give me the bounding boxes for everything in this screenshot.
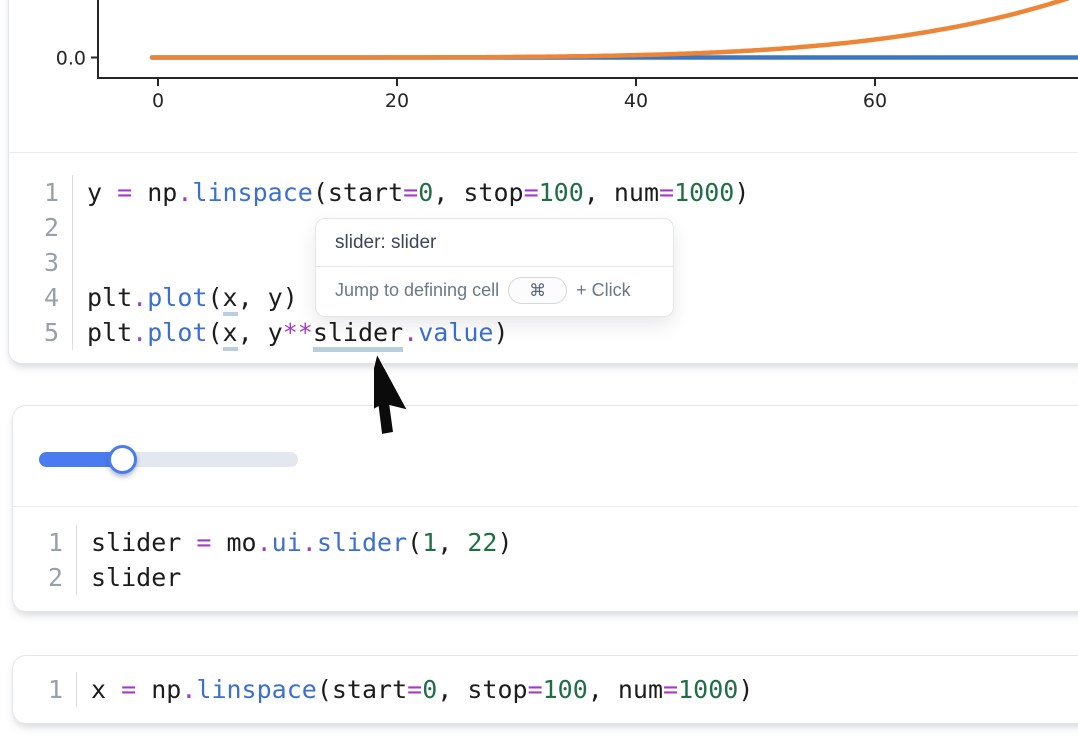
code-token: 22 [467,528,497,557]
tooltip-action-label: Jump to defining cell [335,280,499,301]
code-token: linspace [192,178,312,207]
code-token: x [223,318,238,351]
code-token: 1000 [674,178,734,207]
code-token: = [659,178,674,207]
code-token: x [223,283,238,316]
code-text[interactable]: slider = mo.ui.slider(1, 22)slider [77,525,513,595]
code-token: 100 [543,675,588,704]
code-token: = [196,528,211,557]
code-token: . [132,318,147,347]
slider-thumb[interactable] [108,445,137,474]
code-token: (start [317,675,407,704]
code-token: , stop [437,675,527,704]
code-token: x [91,675,121,704]
code-token: ) [734,178,749,207]
code-token: . [181,675,196,704]
code-token: = [407,675,422,704]
code-token: 1 [422,528,437,557]
code-token: np [136,675,181,704]
tooltip-click-hint: + Click [576,280,631,301]
code-editor[interactable]: 12slider = mo.ui.slider(1, 22)slider [13,507,1078,610]
line-number: 3 [9,245,59,280]
code-line[interactable]: plt.plot(x, y**slider.value) [87,315,749,350]
line-number: 5 [9,315,59,350]
code-line[interactable]: x = np.linspace(start=0, stop=100, num=1… [91,672,753,707]
notebook-cell-slider: 12slider = mo.ui.slider(1, 22)slider [12,405,1078,612]
command-key-badge: ⌘ [508,277,567,304]
code-token: slider [91,528,196,557]
code-token: ** [283,318,313,347]
line-number: 2 [13,560,63,595]
command-key-icon: ⌘ [529,281,546,301]
code-token: ) [497,528,512,557]
code-token: , [437,528,467,557]
code-token: np [132,178,177,207]
line-number-gutter: 1 [13,672,77,707]
code-token: mo [211,528,256,557]
code-token: = [403,178,418,207]
line-number: 2 [9,210,59,245]
code-token: , stop [433,178,523,207]
code-token: , num [584,178,659,207]
code-editor[interactable]: 1x = np.linspace(start=0, stop=100, num=… [13,656,1078,722]
variable-hover-tooltip: slider: slider Jump to defining cell ⌘ +… [315,218,674,317]
code-token: slider [317,528,407,557]
code-token: ui [272,528,302,557]
line-number-gutter: 12345 [9,175,73,350]
code-token: plt [87,318,132,347]
code-token: , num [588,675,663,704]
line-number-gutter: 12 [13,525,77,595]
code-token: slider [313,318,403,352]
line-number: 1 [9,175,59,210]
code-line[interactable]: slider [91,560,513,595]
code-token: 0 [418,178,433,207]
code-token: 1000 [678,675,738,704]
code-token: plot [147,283,207,312]
cell-output-chart [9,0,1078,152]
code-token: . [177,178,192,207]
line-number: 1 [13,672,63,707]
code-token: , y) [238,283,298,312]
code-token: , y [238,318,283,347]
code-token: = [117,178,132,207]
code-token: ) [493,318,508,347]
code-token: ) [738,675,753,704]
jump-to-defining-cell[interactable]: Jump to defining cell ⌘ + Click [316,267,673,316]
line-number: 4 [9,280,59,315]
code-token: linspace [196,675,316,704]
code-line[interactable]: y = np.linspace(start=0, stop=100, num=1… [87,175,749,210]
code-text[interactable]: x = np.linspace(start=0, stop=100, num=1… [77,672,753,707]
code-token: (start [313,178,403,207]
code-token: . [302,528,317,557]
code-token: slider [91,563,181,592]
line-number: 1 [13,525,63,560]
code-token: 0 [422,675,437,704]
code-token: . [257,528,272,557]
tooltip-title: slider: slider [316,219,673,266]
code-token: plt [87,283,132,312]
code-token: = [524,178,539,207]
code-token: = [528,675,543,704]
code-token: 100 [539,178,584,207]
code-token: ( [207,318,222,347]
code-token: . [403,318,418,347]
code-token: ( [207,283,222,312]
code-token: = [663,675,678,704]
code-token: y [87,178,117,207]
code-token: = [121,675,136,704]
slider-track[interactable] [39,452,298,467]
code-line[interactable]: slider = mo.ui.slider(1, 22) [91,525,513,560]
notebook-cell-x: 1x = np.linspace(start=0, stop=100, num=… [12,655,1078,724]
code-token: . [132,283,147,312]
code-token: ( [407,528,422,557]
cell-output-slider [13,406,1078,506]
code-token: plot [147,318,207,347]
code-token: value [418,318,493,347]
